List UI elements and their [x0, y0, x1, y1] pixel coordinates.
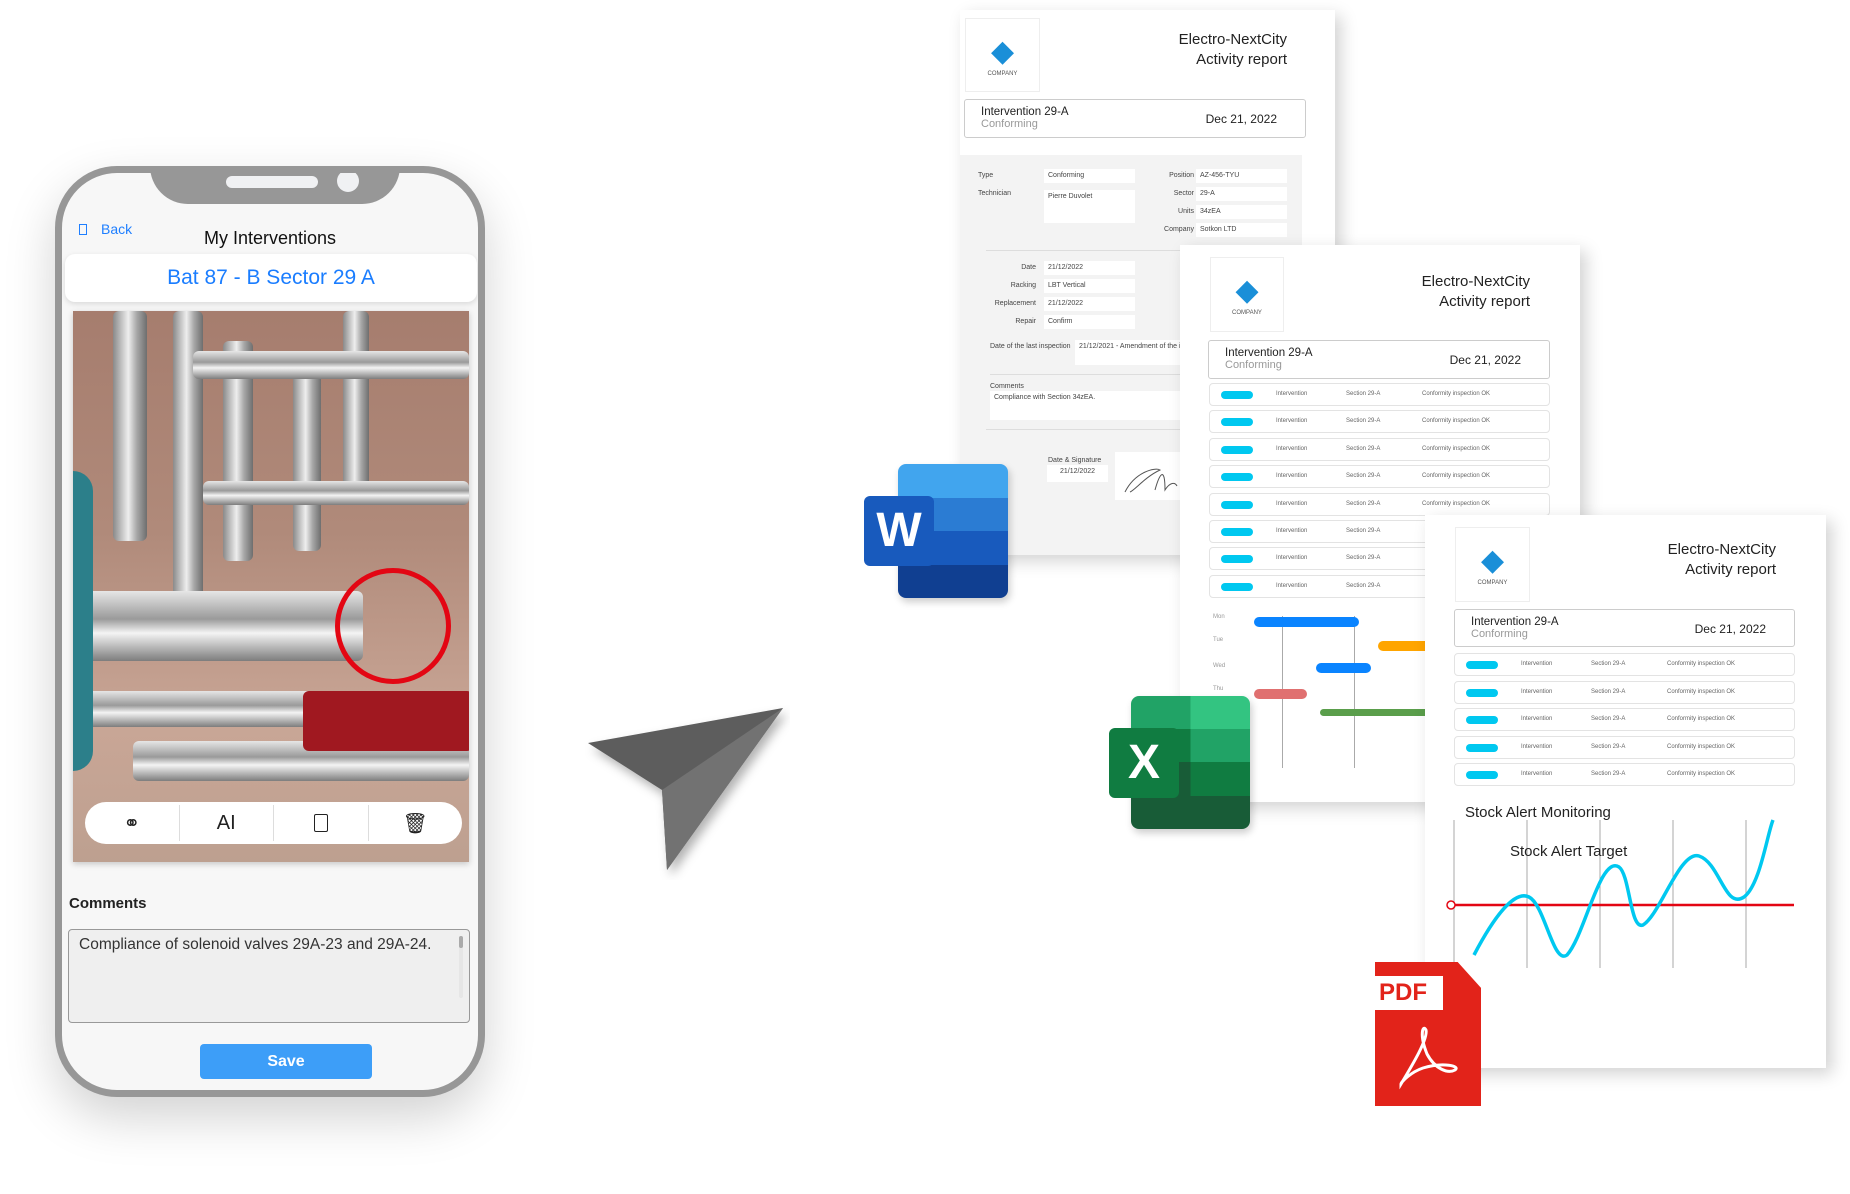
excel-icon: X: [1109, 696, 1250, 829]
annotate-button[interactable]: ⚭: [85, 805, 180, 841]
row-type: Intervention: [1276, 473, 1308, 480]
location-header: Bat 87 - B Sector 29 A: [65, 254, 477, 302]
row-type: Intervention: [1276, 528, 1308, 534]
word-icon: W: [864, 464, 1008, 598]
row-type: Intervention: [1276, 391, 1308, 397]
status-pill: [1221, 528, 1253, 536]
report-title: Electro-NextCity Activity report: [1178, 31, 1287, 68]
report-header: Intervention 29-A Conforming Dec 21, 2022: [1208, 340, 1550, 379]
photo-toolbar: ⚭ AI 🗑: [85, 802, 462, 844]
company-logo: ◆ COMPANY: [965, 18, 1040, 92]
save-button[interactable]: Save: [200, 1044, 372, 1079]
status-pill: [1221, 582, 1253, 591]
status-pill: [1221, 500, 1253, 509]
status-pill: [1221, 418, 1253, 427]
row-type: Intervention: [1276, 418, 1308, 425]
gantt-bar: [1320, 709, 1430, 716]
document-button[interactable]: [274, 805, 369, 841]
paper-plane-icon: [588, 708, 783, 870]
phone-mockup: Back My Interventions Bat 87 - B Sector …: [55, 166, 485, 1097]
report-row: Intervention Section 29-A Conformity inspe…: [1209, 383, 1550, 406]
status-pill: [1221, 391, 1253, 399]
gantt-bar: [1254, 689, 1307, 699]
text-button[interactable]: AI: [180, 805, 274, 841]
row-section: Section 29-A: [1346, 528, 1381, 534]
text-icon: AI: [216, 811, 236, 834]
document-icon: [313, 814, 328, 832]
comments-textarea[interactable]: Compliance of solenoid valves 29A-23 and…: [68, 929, 470, 1023]
pdf-icon: PDF: [1363, 962, 1481, 1106]
row-section: Section 29-A: [1346, 582, 1381, 589]
scrollbar[interactable]: [459, 936, 463, 998]
report-header: Intervention 29-A Conforming Dec 21, 2022: [964, 99, 1306, 138]
report-row: Intervention Section 29-A Conformity inspe…: [1209, 465, 1550, 489]
row-type: Intervention: [1276, 582, 1308, 589]
comments-label: Comments: [69, 895, 147, 912]
gantt-bar: [1316, 663, 1371, 673]
report-title: Electro-NextCity Activity report: [1421, 273, 1530, 310]
camera: [337, 173, 359, 192]
row-section: Section 29-A: [1346, 500, 1381, 507]
comments-value: Compliance of solenoid valves 29A-23 and…: [79, 936, 432, 953]
chart-target-label: Stock Alert Target: [1510, 843, 1628, 860]
row-result: Conformity inspection OK: [1422, 391, 1491, 397]
target-marker: [1446, 900, 1456, 910]
gantt-bar: [1254, 617, 1359, 627]
page-title: My Interventions: [203, 228, 337, 248]
pdf-report: ◆ COMPANY Electro-NextCity Activity report…: [1425, 515, 1826, 1068]
row-result: Conformity inspection OK: [1422, 473, 1491, 480]
highlight-circle: [335, 568, 451, 684]
row-result: Conformity inspection OK: [1422, 445, 1491, 452]
speaker: [226, 176, 318, 188]
status-pill: [1221, 555, 1253, 564]
acrobat-icon: [1399, 1026, 1458, 1090]
row-type: Intervention: [1276, 500, 1308, 507]
row-type: Intervention: [1276, 555, 1308, 562]
phone-notch: [150, 173, 400, 204]
row-type: Intervention: [1276, 445, 1308, 452]
inspection-photo[interactable]: ⚭ AI 🗑: [73, 311, 469, 862]
row-section: Section 29-A: [1346, 445, 1381, 452]
report-row: Intervention Section 29-A Conformity inspe…: [1209, 492, 1550, 516]
status-pill: [1221, 445, 1253, 454]
delete-button[interactable]: 🗑: [369, 805, 463, 841]
status-pill: [1221, 473, 1253, 482]
row-result: Conformity inspection OK: [1422, 418, 1491, 425]
report-row: Intervention Section 29-A Conformity inspe…: [1209, 437, 1550, 461]
row-section: Section 29-A: [1346, 391, 1381, 397]
row-section: Section 29-A: [1346, 473, 1381, 480]
trash-icon: 🗑: [402, 812, 428, 835]
stock-series-line: [1472, 819, 1775, 958]
row-section: Section 29-A: [1346, 555, 1381, 562]
company-logo: ◆ COMPANY: [1210, 257, 1284, 332]
row-result: Conformity inspection OK: [1422, 500, 1491, 507]
report-row: Intervention Section 29-A Conformity inspe…: [1209, 410, 1550, 434]
stock-alert-chart: [1446, 819, 1794, 968]
annotate-pen-icon: ⚭: [123, 812, 141, 835]
row-section: Section 29-A: [1346, 418, 1381, 425]
